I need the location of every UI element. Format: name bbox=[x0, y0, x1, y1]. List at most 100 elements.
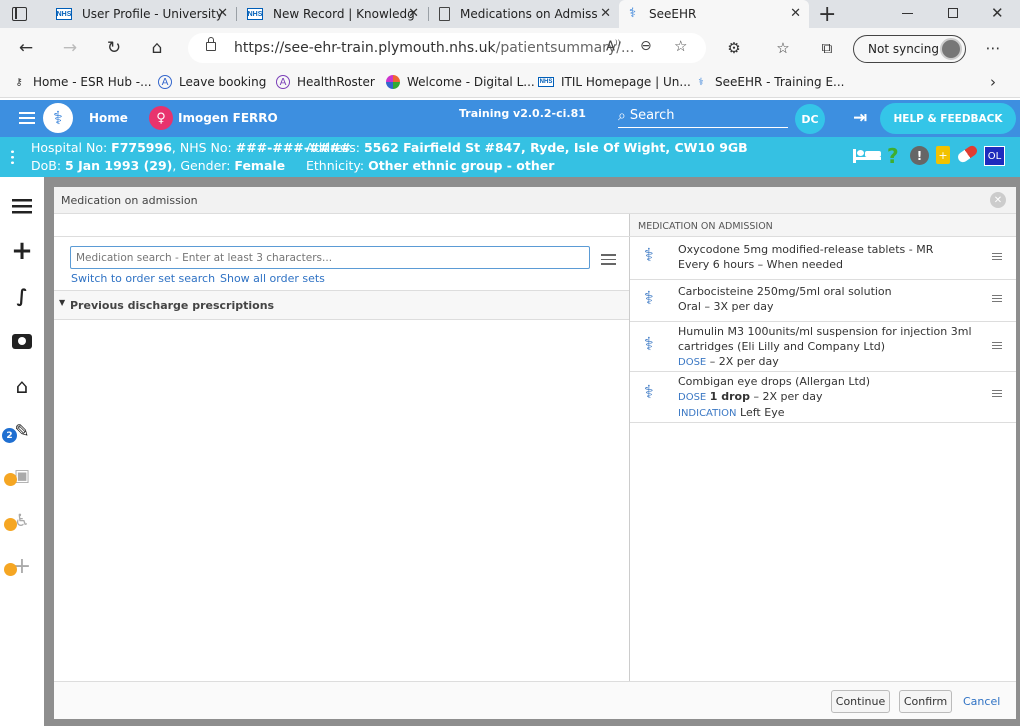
close-tab-icon[interactable]: ✕ bbox=[217, 6, 228, 21]
help-feedback-button[interactable]: HELP & FEEDBACK bbox=[880, 103, 1016, 134]
home-add-icon[interactable]: ⌂ bbox=[8, 372, 36, 400]
camera-icon[interactable] bbox=[8, 327, 36, 355]
home-link[interactable]: Home bbox=[89, 111, 128, 125]
more-bookmarks-icon[interactable]: › bbox=[990, 73, 996, 91]
ol-badge[interactable]: OL bbox=[984, 146, 1005, 166]
close-tab-icon[interactable]: ✕ bbox=[600, 6, 611, 21]
medication-on-admission-modal: Medication on admission ✕ Switch to orde… bbox=[54, 187, 1016, 719]
medication-item[interactable]: ⚕ Oxycodone 5mg modified-release tablets… bbox=[630, 237, 1016, 280]
favorites-icon[interactable]: ☆ bbox=[771, 36, 795, 60]
bookmark-label: Welcome - Digital L... bbox=[407, 75, 535, 89]
patient-name[interactable]: Imogen FERRO bbox=[178, 111, 278, 125]
more-icon[interactable]: ⋯ bbox=[981, 36, 1005, 60]
home-icon[interactable]: ⌂ bbox=[145, 36, 169, 60]
extensions-icon[interactable]: ⚙ bbox=[722, 36, 746, 60]
url-text: https://see-ehr-train.plymouth.nhs.uk/pa… bbox=[234, 40, 634, 56]
medication-frequency: Every 6 hours – When needed bbox=[678, 258, 843, 271]
list-icon[interactable] bbox=[8, 192, 36, 220]
add-favorite-icon[interactable]: ☆ bbox=[674, 37, 687, 55]
continue-button[interactable]: Continue bbox=[831, 690, 890, 713]
medication-name-cont: cartridges (Eli Lilly and Company Ltd) bbox=[678, 340, 886, 353]
bookmark-label: HealthRoster bbox=[297, 75, 375, 89]
medication-icon: ⚕ bbox=[644, 245, 654, 266]
nhs-icon: NHS bbox=[247, 8, 263, 20]
search-options-icon[interactable] bbox=[601, 254, 616, 267]
address-bar[interactable]: https://see-ehr-train.plymouth.nhs.uk/pa… bbox=[188, 33, 706, 63]
lock-icon bbox=[4, 518, 17, 531]
close-tab-icon[interactable]: ✕ bbox=[408, 6, 419, 21]
zoom-icon[interactable]: ⊖ bbox=[640, 38, 652, 54]
refresh-icon[interactable]: ↻ bbox=[102, 36, 126, 60]
medication-name: Oxycodone 5mg modified-release tablets -… bbox=[678, 243, 934, 256]
logout-icon[interactable]: ⇥ bbox=[853, 108, 867, 128]
seeehr-icon: ⚕ bbox=[698, 76, 704, 88]
stethoscope-icon[interactable]: ∫ bbox=[8, 282, 36, 310]
digital-learning-icon bbox=[386, 75, 400, 89]
alert-icon[interactable]: ! bbox=[910, 146, 929, 165]
medication-name: Carbocisteine 250mg/5ml oral solution bbox=[678, 285, 892, 298]
forward-icon[interactable]: → bbox=[58, 36, 82, 60]
bookmark-esr-hub[interactable]: ⚷ Home - ESR Hub -... bbox=[12, 75, 151, 89]
close-tab-icon[interactable]: ✕ bbox=[790, 6, 801, 21]
ethnicity-value: Other ethnic group - other bbox=[368, 158, 555, 173]
collections-icon[interactable]: ⧉ bbox=[815, 36, 839, 60]
close-window-icon[interactable]: ✕ bbox=[991, 4, 1004, 22]
restore-icon[interactable] bbox=[948, 8, 958, 18]
tab-user-profile[interactable]: NHS User Profile - University ✕ bbox=[46, 0, 236, 28]
user-avatar[interactable]: DC bbox=[795, 104, 825, 134]
close-icon[interactable]: ✕ bbox=[990, 192, 1006, 208]
modal-footer: Continue Confirm Cancel bbox=[54, 681, 1016, 719]
browser-tab-strip: NHS User Profile - University ✕ NHS New … bbox=[0, 0, 1020, 28]
medication-search-input[interactable] bbox=[70, 246, 590, 269]
switch-order-set-link[interactable]: Switch to order set search bbox=[71, 272, 215, 285]
indication-label: INDICATION bbox=[678, 408, 737, 419]
minimize-icon[interactable] bbox=[902, 13, 913, 14]
tab-new-record[interactable]: NHS New Record | Knowledg ✕ bbox=[237, 0, 427, 28]
medication-frequency: – 2X per day bbox=[709, 355, 779, 368]
question-icon[interactable]: ? bbox=[887, 144, 899, 168]
new-tab-icon[interactable]: + bbox=[818, 2, 836, 27]
medication-name: Combigan eye drops (Allergan Ltd) bbox=[678, 375, 871, 388]
lock-icon[interactable] bbox=[206, 42, 216, 51]
cancel-link[interactable]: Cancel bbox=[963, 695, 1000, 708]
item-menu-icon[interactable] bbox=[992, 342, 1002, 351]
bookmarks-bar: ⚷ Home - ESR Hub -... A Leave booking A … bbox=[0, 68, 1020, 98]
banner-line-2: DoB: 5 Jan 1993 (29), Gender: Female bbox=[31, 158, 286, 173]
not-syncing-button[interactable]: Not syncing bbox=[853, 35, 966, 63]
bookmark-digital-learning[interactable]: Welcome - Digital L... bbox=[386, 75, 535, 89]
caret-down-icon: ▼ bbox=[59, 298, 66, 307]
browser-toolbar: ← → ↻ ⌂ https://see-ehr-train.plymouth.n… bbox=[0, 28, 1020, 68]
read-aloud-icon[interactable]: A)) bbox=[606, 39, 620, 54]
nhs-icon: NHS bbox=[538, 77, 554, 87]
tab-actions-icon[interactable] bbox=[12, 7, 27, 21]
lock-icon bbox=[4, 473, 17, 486]
tab-seeehr[interactable]: ⚕ SeeEHR ✕ bbox=[619, 0, 809, 28]
banner-menu-icon[interactable] bbox=[11, 149, 14, 165]
medication-item[interactable]: ⚕ Humulin M3 100units/ml suspension for … bbox=[630, 322, 1016, 372]
item-menu-icon[interactable] bbox=[992, 295, 1002, 304]
medication-icon: ⚕ bbox=[644, 288, 654, 309]
clipboard-icon[interactable]: + bbox=[936, 146, 950, 164]
bookmark-leave-booking[interactable]: A Leave booking bbox=[158, 75, 266, 89]
item-menu-icon[interactable] bbox=[992, 253, 1002, 262]
bookmark-seeehr-training[interactable]: ⚕ SeeEHR - Training E... bbox=[694, 75, 844, 89]
nhs-icon: NHS bbox=[56, 8, 72, 20]
previous-discharge-section[interactable]: ▼ Previous discharge prescriptions bbox=[54, 290, 629, 320]
tab-medications[interactable]: Medications on Admiss ✕ bbox=[429, 0, 619, 28]
bookmark-healthroster[interactable]: A HealthRoster bbox=[276, 75, 375, 89]
add-icon[interactable]: + bbox=[8, 236, 36, 266]
pill-icon[interactable] bbox=[956, 143, 979, 165]
item-menu-icon[interactable] bbox=[992, 390, 1002, 399]
medication-item[interactable]: ⚕ Carbocisteine 250mg/5ml oral solution … bbox=[630, 280, 1016, 322]
show-all-order-sets-link[interactable]: Show all order sets bbox=[220, 272, 325, 285]
confirm-button[interactable]: Confirm bbox=[899, 690, 952, 713]
seeehr-logo: ⚕ bbox=[43, 103, 73, 133]
back-icon[interactable]: ← bbox=[14, 36, 38, 60]
medication-item[interactable]: ⚕ Combigan eye drops (Allergan Ltd) DOSE… bbox=[630, 372, 1016, 423]
menu-icon[interactable] bbox=[19, 112, 35, 125]
bed-icon[interactable] bbox=[853, 147, 881, 163]
app-search[interactable]: ⌕ Search bbox=[618, 104, 788, 128]
dob-value: 5 Jan 1993 (29) bbox=[65, 158, 173, 173]
bookmark-itil[interactable]: NHS ITIL Homepage | Un... bbox=[538, 75, 691, 89]
bookmark-label: SeeEHR - Training E... bbox=[715, 75, 845, 89]
